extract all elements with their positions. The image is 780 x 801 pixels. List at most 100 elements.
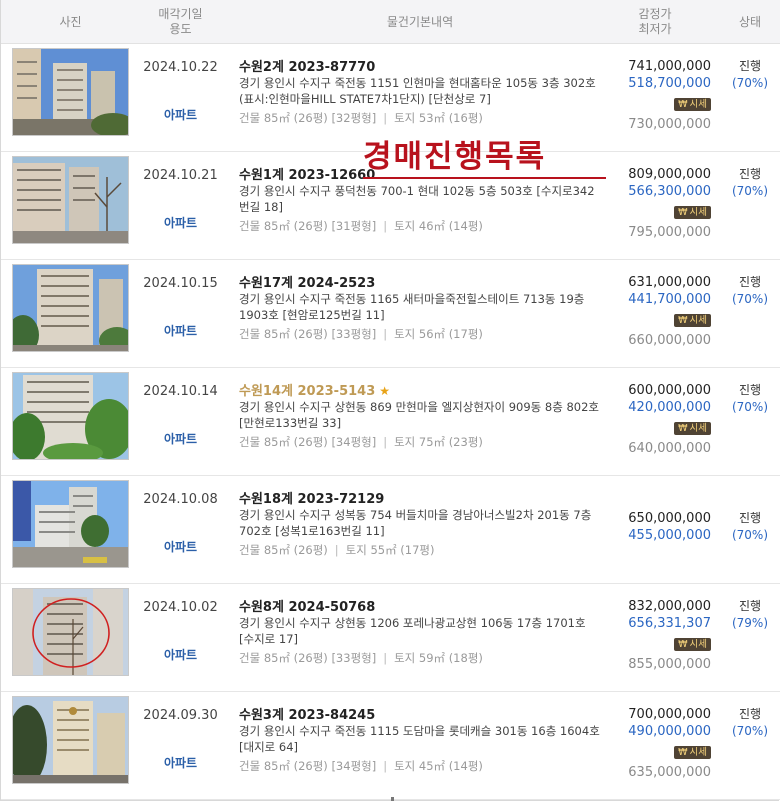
minimum-price: 490,000,000 [628, 724, 711, 739]
appraisal-price: 741,000,000 [628, 59, 711, 74]
status-cell: 진행 (70%) [717, 274, 780, 308]
area-info: 건물 85㎡ (26평) [32평형] | 토지 53㎡ (16평) [239, 110, 483, 126]
status-rate: (70%) [731, 400, 769, 414]
case-number-link[interactable]: 수원17계 2024-2523 [239, 272, 375, 291]
area-separator: | [383, 435, 388, 449]
case-number-link[interactable]: 수원18계 2023-72129 [239, 488, 384, 507]
land-area: 토지 75㎡ (23평) [394, 435, 483, 449]
minimum-price: 566,300,000 [628, 184, 711, 199]
area-separator: | [383, 651, 388, 665]
price-block: 809,000,000 566,300,000 ₩ 시세 795,000,000 [605, 166, 711, 241]
minimum-price: 441,700,000 [628, 292, 711, 307]
overlay-title: 경매진행목록 [363, 139, 547, 175]
status-label: 진행 [738, 707, 762, 721]
market-price: 660,000,000 [628, 333, 711, 348]
status-rate: (79%) [731, 616, 769, 630]
table-row[interactable]: 2024.10.08 아파트 수원18계 2023-72129 경기 용인시 수… [1, 476, 780, 584]
price-block: 832,000,000 656,331,307 ₩ 시세 855,000,000 [605, 598, 711, 673]
land-area: 토지 46㎡ (14평) [394, 219, 483, 233]
area-info: 건물 85㎡ (26평) [33평형] | 토지 59㎡ (18평) [239, 650, 483, 666]
building-area: 건물 85㎡ (26평) [34평형] [239, 759, 377, 773]
area-info: 건물 85㎡ (26평) [33평형] | 토지 56㎡ (17평) [239, 326, 483, 342]
won-icon: ₩ [678, 747, 688, 758]
case-number-link[interactable]: 수원2계 2023-87770 [239, 56, 375, 75]
market-price-button[interactable]: ₩ 시세 [674, 422, 711, 435]
property-address: 경기 용인시 수지구 풍덕천동 700-1 현대 102동 5층 503호 [수… [239, 184, 595, 214]
property-address: 경기 용인시 수지구 상현동 1206 포레나광교상현 106동 17층 170… [239, 616, 586, 646]
property-photo[interactable] [12, 48, 129, 136]
property-use: 아파트 [163, 324, 198, 338]
building-area: 건물 85㎡ (26평) [33평형] [239, 651, 377, 665]
won-icon: ₩ [678, 99, 688, 110]
property-photo[interactable] [12, 156, 129, 244]
property-photo[interactable] [12, 480, 129, 568]
land-area: 토지 55㎡ (17평) [345, 543, 435, 557]
header-date-use: 매각기일 용도 [158, 7, 203, 36]
status-cell: 진행 (70%) [717, 166, 780, 200]
header-price: 감정가 최저가 [638, 7, 672, 36]
star-icon[interactable]: ★ [379, 384, 390, 398]
sale-date: 2024.10.15 [143, 276, 218, 291]
status-label: 진행 [738, 383, 762, 397]
area-info: 건물 85㎡ (26평) | 토지 55㎡ (17평) [239, 542, 434, 558]
header-status: 상태 [738, 14, 762, 29]
price-block: 631,000,000 441,700,000 ₩ 시세 660,000,000 [605, 274, 711, 349]
area-separator: | [383, 111, 388, 125]
case-number-link[interactable]: 수원8계 2024-50768 [239, 596, 375, 615]
table-row[interactable]: 2024.09.30 아파트 수원3계 2023-84245 경기 용인시 수지… [1, 692, 780, 800]
won-icon: ₩ [678, 315, 688, 326]
property-use: 아파트 [163, 648, 198, 662]
building-area: 건물 85㎡ (26평) [31평형] [239, 219, 377, 233]
market-price: 635,000,000 [628, 765, 711, 780]
land-area: 토지 56㎡ (17평) [394, 327, 483, 341]
property-photo[interactable] [12, 372, 129, 460]
building-area: 건물 85㎡ (26평) [32평형] [239, 111, 377, 125]
table-header: 사진 매각기일 용도 물건기본내역 감정가 최저가 상태 [1, 0, 780, 44]
status-label: 진행 [738, 167, 762, 181]
case-number-link[interactable]: 수원14계 2023-5143 ★ [239, 380, 390, 399]
header-photo: 사진 [59, 14, 82, 29]
sale-date: 2024.10.21 [143, 168, 218, 183]
market-price-button[interactable]: ₩ 시세 [674, 314, 711, 327]
property-photo[interactable] [12, 588, 129, 676]
scroll-indicator[interactable] [391, 797, 394, 801]
building-area: 건물 85㎡ (26평) [33평형] [239, 327, 377, 341]
table-row[interactable]: 2024.10.14 아파트 수원14계 2023-5143 ★ 경기 용인시 수… [1, 368, 780, 476]
property-use: 아파트 [163, 432, 198, 446]
building-area: 건물 85㎡ (26평) [34평형] [239, 435, 377, 449]
property-photo[interactable] [12, 696, 129, 784]
market-price-button[interactable]: ₩ 시세 [674, 746, 711, 759]
won-icon: ₩ [678, 639, 688, 650]
market-price-button[interactable]: ₩ 시세 [674, 638, 711, 651]
status-rate: (70%) [731, 292, 769, 306]
table-row[interactable]: 2024.10.02 아파트 수원8계 2024-50768 경기 용인시 수지… [1, 584, 780, 692]
header-info: 물건기본내역 [386, 14, 454, 29]
land-area: 토지 53㎡ (16평) [394, 111, 483, 125]
price-block: 650,000,000 455,000,000 [605, 510, 711, 544]
property-use: 아파트 [163, 756, 198, 770]
won-icon: ₩ [678, 207, 688, 218]
area-info: 건물 85㎡ (26평) [31평형] | 토지 46㎡ (14평) [239, 218, 483, 234]
appraisal-price: 600,000,000 [628, 383, 711, 398]
price-block: 741,000,000 518,700,000 ₩ 시세 730,000,000 [605, 58, 711, 133]
minimum-price: 420,000,000 [628, 400, 711, 415]
property-photo[interactable] [12, 264, 129, 352]
area-info: 건물 85㎡ (26평) [34평형] | 토지 45㎡ (14평) [239, 758, 483, 774]
case-number-link[interactable]: 수원1계 2023-12660 [239, 164, 375, 183]
appraisal-price: 631,000,000 [628, 275, 711, 290]
property-address: 경기 용인시 수지구 성복동 754 버들치마을 경남아너스빌2차 201동 7… [239, 508, 592, 538]
property-address: 경기 용인시 수지구 죽전동 1165 새터마을죽전힐스테이트 713동 19층… [239, 292, 585, 322]
market-price-button[interactable]: ₩ 시세 [674, 98, 711, 111]
table-row[interactable]: 2024.10.15 아파트 수원17계 2024-2523 경기 용인시 수지… [1, 260, 780, 368]
auction-list-panel: 사진 매각기일 용도 물건기본내역 감정가 최저가 상태 2024.10.22 아파… [0, 0, 780, 801]
sale-date: 2024.10.02 [143, 600, 218, 615]
sale-date: 2024.10.22 [143, 60, 218, 75]
market-price-button[interactable]: ₩ 시세 [674, 206, 711, 219]
building-area: 건물 85㎡ (26평) [239, 543, 328, 557]
status-cell: 진행 (70%) [717, 706, 780, 740]
status-label: 진행 [738, 599, 762, 613]
area-separator: | [383, 759, 388, 773]
property-use: 아파트 [163, 216, 198, 230]
case-number-link[interactable]: 수원3계 2023-84245 [239, 704, 375, 723]
overlay-underline [363, 177, 606, 179]
